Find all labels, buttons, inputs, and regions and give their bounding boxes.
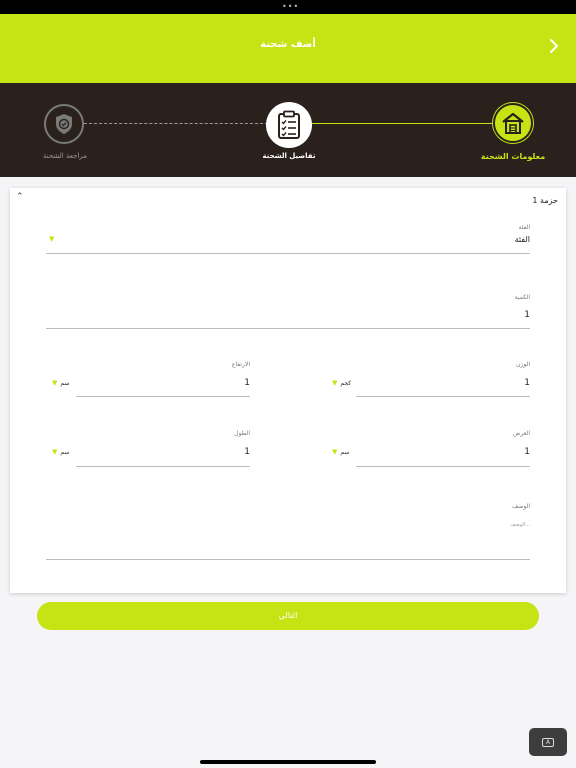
length-unit: سم [60, 449, 70, 456]
weight-unit-select[interactable]: ▼ كجم [332, 379, 352, 388]
width-field[interactable]: 1 [524, 447, 530, 457]
status-bar: ••• [0, 0, 576, 14]
height-field[interactable]: 1 [244, 378, 250, 388]
step-label-shipment-details: تفاصيل الشحنة [262, 152, 316, 160]
quantity-underline [46, 328, 530, 329]
step-shipment-details[interactable] [266, 102, 312, 148]
step-label-shipment-review: مراجعة الشحنة [43, 152, 87, 160]
multitasking-dots-icon[interactable]: ••• [282, 3, 299, 11]
chevron-right-icon [550, 39, 559, 53]
description-label: الوصف [512, 503, 530, 510]
category-underline [46, 253, 530, 254]
category-label: الفئة [518, 224, 530, 231]
package-title: حزمة 1 [532, 196, 558, 205]
home-indicator [200, 760, 376, 764]
chevron-up-icon[interactable]: ⌃ [16, 192, 24, 202]
length-underline [76, 466, 250, 467]
step-shipment-review[interactable] [44, 104, 84, 144]
next-button[interactable]: التالي [37, 602, 539, 630]
category-dropdown-caret-icon[interactable]: ▼ [49, 235, 54, 243]
step-connector-pending [84, 123, 268, 124]
keyboard-icon: A [542, 737, 554, 747]
height-unit: سم [60, 380, 70, 387]
step-connector-done [308, 123, 498, 124]
step-shipment-info[interactable] [493, 103, 533, 143]
weight-label: الوزن [516, 361, 530, 368]
length-field[interactable]: 1 [244, 447, 250, 457]
chevron-down-icon: ▼ [332, 379, 338, 387]
width-underline [356, 466, 530, 467]
weight-field[interactable]: 1 [524, 378, 530, 388]
length-label: الطول [234, 430, 250, 437]
page-title: أضف شحنة [260, 39, 316, 50]
chevron-down-icon: ▼ [52, 448, 58, 456]
length-unit-select[interactable]: ▼ سم [52, 448, 70, 457]
height-underline [76, 396, 250, 397]
quantity-field[interactable]: 1 [524, 310, 530, 320]
description-field[interactable] [46, 518, 530, 558]
step-label-shipment-info: معلومات الشحنة [480, 152, 546, 161]
app-header: أضف شحنة [0, 14, 576, 83]
quantity-label: الكمية [514, 294, 530, 301]
description-underline [46, 559, 530, 560]
package-card: حزمة 1 ⌃ الفئة الفئة ▼ الكمية 1 الوزن 1 … [10, 188, 566, 593]
height-unit-select[interactable]: ▼ سم [52, 379, 70, 388]
weight-unit: كجم [340, 380, 352, 387]
width-unit: سم [340, 449, 350, 456]
back-button[interactable] [546, 36, 562, 56]
progress-stepper: معلومات الشحنة تفاصيل الشحنة مراجعة الشح… [0, 83, 576, 177]
clipboard-checklist-icon [278, 110, 300, 139]
width-unit-select[interactable]: ▼ سم [332, 448, 350, 457]
keyboard-button[interactable]: A [529, 728, 567, 756]
house-icon [502, 112, 524, 134]
height-label: الارتفاع [231, 361, 250, 368]
shield-check-icon [56, 114, 72, 134]
chevron-down-icon: ▼ [52, 379, 58, 387]
chevron-down-icon: ▼ [332, 448, 338, 456]
width-label: العرض [513, 430, 530, 437]
weight-underline [356, 396, 530, 397]
category-select[interactable]: الفئة [515, 235, 530, 244]
